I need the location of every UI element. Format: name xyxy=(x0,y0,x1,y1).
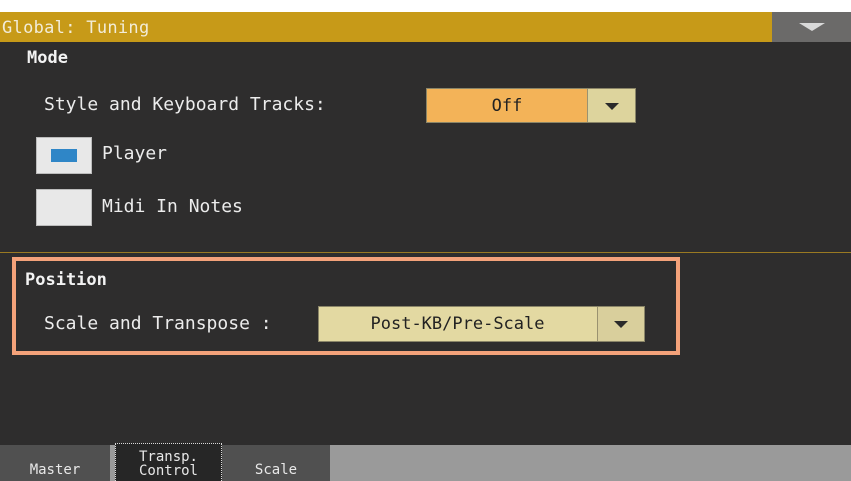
scale-transpose-dropdown[interactable]: Post-KB/Pre-Scale xyxy=(318,306,645,342)
position-section-label: Position xyxy=(25,270,107,290)
player-label: Player xyxy=(102,143,168,164)
dropdown-menu-icon xyxy=(799,23,825,31)
tab-transp-control-label: Transp. Control xyxy=(138,449,198,479)
checkbox-checked-indicator xyxy=(51,149,77,162)
scale-transpose-label: Scale and Transpose : xyxy=(44,313,272,334)
tab-transp-control[interactable]: Transp. Control xyxy=(115,443,222,481)
page-menu-button[interactable] xyxy=(772,12,851,42)
midi-in-notes-label: Midi In Notes xyxy=(102,196,243,217)
style-kb-tracks-label: Style and Keyboard Tracks: xyxy=(44,94,326,115)
page-title: Global: Tuning xyxy=(2,18,150,38)
midi-in-notes-checkbox[interactable] xyxy=(36,189,92,226)
scale-transpose-value: Post-KB/Pre-Scale xyxy=(370,314,545,334)
mode-section-label: Mode xyxy=(27,48,68,68)
chevron-down-icon xyxy=(604,102,619,110)
style-kb-tracks-value: Off xyxy=(427,89,588,122)
chevron-down-icon xyxy=(614,321,628,328)
tab-scale[interactable]: Scale xyxy=(222,445,330,481)
style-kb-tracks-arrow[interactable] xyxy=(587,89,635,122)
scale-transpose-arrow[interactable] xyxy=(597,307,644,341)
player-checkbox[interactable] xyxy=(36,137,92,174)
tuning-page: Global: Tuning Mode Style and Keyboard T… xyxy=(0,12,851,481)
tab-master[interactable]: Master xyxy=(0,445,110,481)
tab-bar: Master Transp. Control Scale xyxy=(0,443,851,481)
section-divider xyxy=(0,252,851,253)
style-kb-tracks-dropdown[interactable]: Off xyxy=(426,88,636,123)
title-bar: Global: Tuning xyxy=(0,12,851,42)
